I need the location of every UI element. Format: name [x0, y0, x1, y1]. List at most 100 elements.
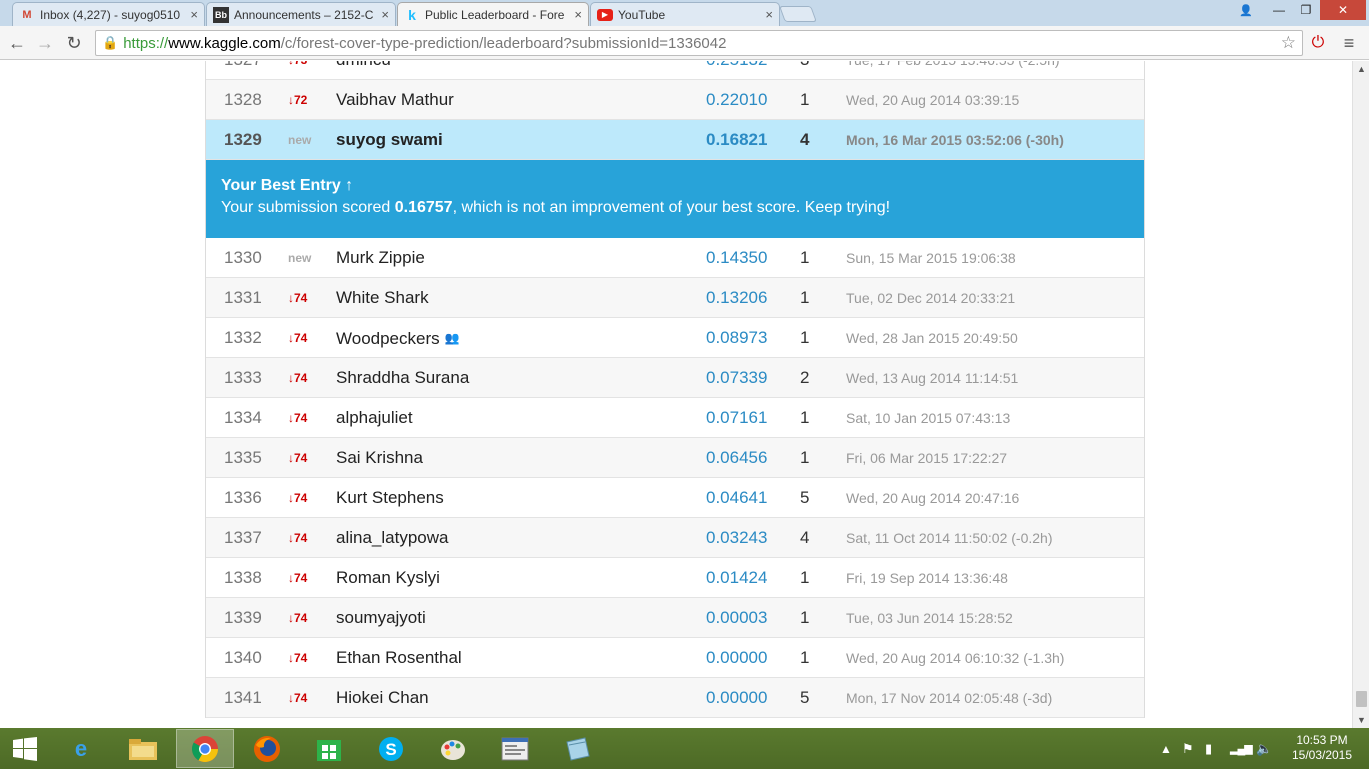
new-tab-button[interactable]: [779, 6, 817, 22]
leaderboard-row[interactable]: 1335 ↓74 Sai Krishna 0.06456 1 Fri, 06 Mar 20…: [206, 438, 1144, 478]
rank-change: ↓74: [288, 291, 308, 305]
entries-count: 1: [800, 408, 810, 427]
team-name[interactable]: alphajuliet: [336, 408, 413, 427]
team-name[interactable]: Murk Zippie: [336, 248, 425, 267]
minimize-icon[interactable]: —: [1266, 0, 1292, 20]
rank: 1341: [224, 688, 262, 707]
leaderboard-row[interactable]: 1338 ↓74 Roman Kyslyi 0.01424 1 Fri, 19 Sep 2…: [206, 558, 1144, 598]
leaderboard-row[interactable]: 1330 new Murk Zippie 0.14350 1 Sun, 15 Mar 20…: [206, 238, 1144, 278]
battery-icon[interactable]: ▮: [1205, 728, 1212, 769]
team-name[interactable]: alina_latypowa: [336, 528, 448, 547]
tab-gmail[interactable]: M Inbox (4,227) - suyog0510 ×: [12, 2, 205, 26]
scroll-down-icon[interactable]: ▼: [1357, 715, 1366, 725]
store-icon[interactable]: [300, 729, 358, 768]
team-name[interactable]: soumyajyoti: [336, 608, 426, 627]
entries-count: 3: [800, 61, 809, 80]
team-name[interactable]: Kurt Stephens: [336, 488, 444, 507]
score: 0.22010: [706, 90, 768, 109]
team-name[interactable]: Shraddha Surana: [336, 368, 469, 387]
leaderboard-row[interactable]: 1336 ↓74 Kurt Stephens 0.04641 5 Wed, 20 Aug …: [206, 478, 1144, 518]
scrollbar-thumb[interactable]: [1356, 691, 1367, 707]
leaderboard-row[interactable]: 1331 ↓74 White Shark 0.13206 1 Tue, 02 Dec 20…: [206, 278, 1144, 318]
score: 0.08973: [706, 328, 768, 347]
rank-change: ↓74: [288, 691, 308, 705]
rank-change: ↓74: [288, 611, 308, 625]
team-name[interactable]: Sai Krishna: [336, 448, 423, 467]
bookmark-star-icon[interactable]: ☆: [1281, 33, 1296, 53]
score: 0.25132: [706, 61, 767, 80]
forward-arrow-icon[interactable]: →: [34, 32, 56, 54]
vertical-scrollbar[interactable]: ▲ ▼: [1352, 61, 1369, 728]
team-name[interactable]: Roman Kyslyi: [336, 568, 440, 587]
team-name[interactable]: White Shark: [336, 288, 429, 307]
tab-youtube[interactable]: ▶ YouTube ×: [590, 2, 780, 26]
team-name[interactable]: Woodpeckers: [336, 329, 440, 348]
file-explorer-icon[interactable]: [114, 729, 172, 768]
last-submission: Wed, 20 Aug 2014 20:47:16: [846, 490, 1020, 506]
skype-icon[interactable]: S: [362, 729, 420, 768]
leaderboard-row[interactable]: 1333 ↓74 Shraddha Surana 0.07339 2 Wed, 13 Au…: [206, 358, 1144, 398]
last-submission: Mon, 16 Mar 2015 03:52:06 (-30h): [846, 132, 1064, 148]
team-name[interactable]: dmincu: [336, 61, 391, 69]
leaderboard-row[interactable]: 1334 ↓74 alphajuliet 0.07161 1 Sat, 10 Jan 20…: [206, 398, 1144, 438]
team-name[interactable]: Hiokei Chan: [336, 688, 429, 707]
tab-public-leaderboard[interactable]: k Public Leaderboard - Fore ×: [397, 2, 589, 26]
leaderboard-row[interactable]: 1337 ↓74 alina_latypowa 0.03243 4 Sat, 11 Oct…: [206, 518, 1144, 558]
reload-icon[interactable]: ↻: [63, 32, 85, 54]
leaderboard-row[interactable]: 1332 ↓74 Woodpeckers 👥 0.08973 1 Wed, 28 Jan 2…: [206, 318, 1144, 358]
leaderboard-row[interactable]: 1327 ↓73 dmincu 0.25132 3 Tue, 17 Feb 2015 15…: [206, 61, 1144, 80]
score: 0.03243: [706, 528, 768, 547]
score: 0.07161: [706, 408, 768, 427]
chrome-icon[interactable]: [176, 729, 234, 768]
volume-icon[interactable]: 🔈: [1256, 728, 1272, 769]
leaderboard-table: 1327 ↓73 dmincu 0.25132 3 Tue, 17 Feb 2015 15…: [205, 61, 1145, 718]
paint-icon[interactable]: [424, 729, 482, 768]
extension-stop-icon[interactable]: ⏻: [1307, 32, 1329, 54]
tab-announcements[interactable]: Bb Announcements – 2152-C ×: [206, 2, 396, 26]
internet-explorer-icon[interactable]: e: [52, 729, 110, 768]
notepad-icon[interactable]: [548, 729, 606, 768]
action-center-flag-icon[interactable]: ⚑: [1182, 728, 1194, 769]
url-scheme: https://: [123, 34, 169, 52]
team-name[interactable]: suyog swami: [336, 120, 443, 160]
menu-icon[interactable]: ≡: [1338, 32, 1360, 54]
entries-count: 5: [800, 688, 810, 707]
document-viewer-icon[interactable]: [486, 729, 544, 768]
restore-icon[interactable]: ❐: [1293, 0, 1319, 20]
message-suffix: , which is not an improvement of your be…: [452, 199, 891, 216]
system-clock[interactable]: 10:53 PM 15/03/2015: [1288, 733, 1356, 763]
rank: 1335: [224, 448, 262, 467]
rank-change: ↓74: [288, 451, 308, 465]
show-hidden-icons[interactable]: ▲: [1160, 728, 1172, 769]
team-name[interactable]: Vaibhav Mathur: [336, 90, 454, 109]
leaderboard-row[interactable]: 1339 ↓74 soumyajyoti 0.00003 1 Tue, 03 Jun 20…: [206, 598, 1144, 638]
firefox-icon[interactable]: [238, 729, 296, 768]
team-name[interactable]: Ethan Rosenthal: [336, 648, 462, 667]
clock-time: 10:53 PM: [1296, 733, 1348, 747]
team-members-icon: 👥: [444, 331, 460, 345]
address-bar[interactable]: 🔒 https://www.kaggle.com/c/forest-cover-…: [95, 30, 1303, 56]
network-signal-icon[interactable]: ▂▄▆: [1230, 728, 1253, 769]
leaderboard-row[interactable]: 1340 ↓74 Ethan Rosenthal 0.00000 1 Wed, 20 Au…: [206, 638, 1144, 678]
close-tab-icon[interactable]: ×: [765, 7, 773, 22]
close-window-icon[interactable]: ✕: [1320, 0, 1366, 20]
entries-count: 1: [800, 328, 810, 347]
entries-count: 5: [800, 488, 810, 507]
windows-start-icon[interactable]: [0, 729, 50, 768]
leaderboard-row[interactable]: 1341 ↓74 Hiokei Chan 0.00000 5 Mon, 17 Nov 20…: [206, 678, 1144, 718]
rank: 1328: [224, 90, 262, 109]
url-host: www.kaggle.com: [168, 34, 281, 52]
last-submission: Wed, 13 Aug 2014 11:14:51: [846, 370, 1019, 386]
close-tab-icon[interactable]: ×: [381, 7, 389, 22]
scroll-up-icon[interactable]: ▲: [1357, 64, 1366, 74]
user-profile-icon[interactable]: 👤: [1235, 0, 1257, 20]
close-tab-icon[interactable]: ×: [190, 7, 198, 22]
back-arrow-icon[interactable]: ←: [6, 32, 28, 54]
last-submission: Fri, 19 Sep 2014 13:36:48: [846, 570, 1008, 586]
close-tab-icon[interactable]: ×: [574, 7, 582, 22]
rank-change: ↓74: [288, 491, 308, 505]
team-name-cell: Vaibhav Mathur: [336, 80, 454, 120]
leaderboard-row[interactable]: 1328 ↓72 Vaibhav Mathur 0.22010 1 Wed, 20 Aug…: [206, 80, 1144, 120]
my-leaderboard-row[interactable]: 1329 new suyog swami 0.16821 4 Mon, 16 M…: [206, 120, 1144, 160]
score: 0.14350: [706, 248, 768, 267]
